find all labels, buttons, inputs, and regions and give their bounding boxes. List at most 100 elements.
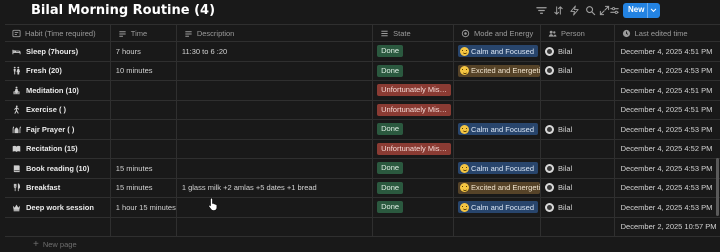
cell-edited[interactable]: December 4, 2025 4:51 PM: [614, 100, 720, 120]
column-header-description[interactable]: Description: [176, 24, 374, 42]
cell-edited[interactable]: December 4, 2025 4:53 PM: [614, 158, 720, 179]
more-icon[interactable]: [609, 5, 620, 16]
mosque-icon: [12, 125, 21, 134]
cell-mode[interactable]: Excited and Energetic: [453, 61, 542, 81]
cell-description[interactable]: [176, 197, 374, 218]
cell-time[interactable]: [110, 119, 177, 140]
table-row[interactable]: Fajr Prayer ( ) Done Calm and Focused Bilal…: [5, 119, 720, 140]
cell-time[interactable]: [110, 217, 177, 237]
cell-time[interactable]: [110, 100, 177, 120]
cell-habit[interactable]: Meditation (10): [5, 80, 111, 101]
cell-habit[interactable]: Fresh (20): [5, 61, 111, 81]
cell-edited[interactable]: December 2, 2025 10:57 PM: [614, 217, 720, 237]
column-header-person[interactable]: Person: [540, 24, 615, 42]
cell-edited[interactable]: December 4, 2025 4:52 PM: [614, 139, 720, 159]
column-header-label: Last edited time: [634, 28, 688, 38]
cell-habit[interactable]: Recitation (15): [5, 139, 111, 159]
cell-mode[interactable]: Calm and Focused: [453, 119, 542, 140]
cell-time[interactable]: [110, 80, 177, 101]
scrollbar[interactable]: [716, 158, 719, 216]
cell-state[interactable]: Done: [372, 158, 455, 179]
cell-habit[interactable]: Deep work session: [5, 197, 111, 218]
cell-state[interactable]: Unfortunately Missed: [372, 139, 455, 159]
cell-habit[interactable]: Fajr Prayer ( ): [5, 119, 111, 140]
edited-time: December 4, 2025 4:53 PM: [620, 202, 713, 212]
cell-habit[interactable]: [5, 217, 111, 237]
cell-person[interactable]: [540, 80, 615, 101]
cell-description[interactable]: [176, 158, 374, 179]
cell-edited[interactable]: December 4, 2025 4:53 PM: [614, 119, 720, 140]
filter-icon[interactable]: [536, 5, 547, 16]
cell-habit[interactable]: Book reading (10): [5, 158, 111, 179]
column-header-time[interactable]: Time: [110, 24, 177, 42]
cell-edited[interactable]: December 4, 2025 4:53 PM: [614, 61, 720, 81]
cell-person[interactable]: Bilal: [540, 61, 615, 81]
cell-person[interactable]: Bilal: [540, 197, 615, 218]
cell-edited[interactable]: December 4, 2025 4:53 PM: [614, 178, 720, 198]
column-header-mode[interactable]: Mode and Energy: [453, 24, 542, 42]
column-header-habit[interactable]: Habit (Time required): [5, 24, 111, 42]
table-row[interactable]: Book reading (10) 15 minutes Done Calm and …: [5, 158, 720, 179]
lightning-icon[interactable]: [569, 5, 580, 16]
cell-description[interactable]: 1 glass milk +2 amlas +5 dates +1 bread: [176, 178, 374, 198]
cell-state[interactable]: Done: [372, 119, 455, 140]
cell-habit[interactable]: Exercise ( ): [5, 100, 111, 120]
cell-description[interactable]: [176, 100, 374, 120]
table-row[interactable]: Sleep (7hours) 7 hours 11:30 to 6 :20 Done C…: [5, 41, 720, 62]
cell-person[interactable]: [540, 100, 615, 120]
cell-description[interactable]: [176, 80, 374, 101]
cell-person[interactable]: Bilal: [540, 158, 615, 179]
cell-person[interactable]: Bilal: [540, 178, 615, 198]
cell-edited[interactable]: December 4, 2025 4:51 PM: [614, 80, 720, 101]
cell-mode[interactable]: [453, 80, 542, 101]
cell-state[interactable]: Done: [372, 41, 455, 62]
cell-description[interactable]: 11:30 to 6 :20: [176, 41, 374, 62]
cell-person[interactable]: Bilal: [540, 119, 615, 140]
cell-time[interactable]: 15 minutes: [110, 158, 177, 179]
cell-time[interactable]: 1 hour 15 minutes: [110, 197, 177, 218]
table-row[interactable]: Breakfast 15 minutes 1 glass milk +2 amlas…: [5, 178, 720, 198]
cell-description[interactable]: [176, 61, 374, 81]
cell-time[interactable]: 15 minutes: [110, 178, 177, 198]
cell-person[interactable]: Bilal: [540, 41, 615, 62]
cell-state[interactable]: Done: [372, 197, 455, 218]
cell-state[interactable]: Unfortunately Missed: [372, 80, 455, 101]
cell-description[interactable]: [176, 139, 374, 159]
table-row[interactable]: Meditation (10) Unfortunately Missed Decem…: [5, 80, 720, 101]
cell-time[interactable]: 7 hours: [110, 41, 177, 62]
sort-icon[interactable]: [553, 5, 564, 16]
cell-mode[interactable]: [453, 139, 542, 159]
cell-time[interactable]: [110, 139, 177, 159]
cell-state[interactable]: [372, 217, 455, 237]
table-row[interactable]: Deep work session 1 hour 15 minutes Done Ca…: [5, 197, 720, 218]
table-row[interactable]: December 2, 2025 10:57 PM: [5, 217, 720, 237]
table-row[interactable]: Recitation (15) Unfortunately Missed Decem…: [5, 139, 720, 159]
chevron-down-icon[interactable]: [650, 7, 657, 14]
cell-mode[interactable]: Excited and Energetic: [453, 178, 542, 198]
cell-mode[interactable]: Calm and Focused: [453, 158, 542, 179]
cell-edited[interactable]: December 4, 2025 4:51 PM: [614, 41, 720, 62]
cell-person[interactable]: [540, 217, 615, 237]
table-row[interactable]: Fresh (20) 10 minutes Done Excited and Ener…: [5, 61, 720, 81]
cell-state[interactable]: Done: [372, 61, 455, 81]
cell-edited[interactable]: December 4, 2025 4:53 PM: [614, 197, 720, 218]
cell-mode[interactable]: Calm and Focused: [453, 41, 542, 62]
cell-habit[interactable]: Sleep (7hours): [5, 41, 111, 62]
cell-description[interactable]: [176, 119, 374, 140]
cell-habit[interactable]: Breakfast: [5, 178, 111, 198]
search-icon[interactable]: [585, 5, 596, 16]
new-page-button[interactable]: + New page: [33, 239, 77, 249]
cell-mode[interactable]: [453, 100, 542, 120]
table-row[interactable]: Exercise ( ) Unfortunately Missed December…: [5, 100, 720, 120]
cell-time[interactable]: 10 minutes: [110, 61, 177, 81]
cell-mode[interactable]: Calm and Focused: [453, 197, 542, 218]
state-badge: Unfortunately Missed: [377, 103, 452, 116]
cell-person[interactable]: [540, 139, 615, 159]
cell-state[interactable]: Unfortunately Missed: [372, 100, 455, 120]
cell-mode[interactable]: [453, 217, 542, 237]
column-header-edited[interactable]: Last edited time: [614, 24, 720, 42]
cell-state[interactable]: Done: [372, 178, 455, 198]
column-header-state[interactable]: State: [372, 24, 455, 42]
cell-description[interactable]: [176, 217, 374, 237]
new-button[interactable]: New: [623, 3, 660, 18]
